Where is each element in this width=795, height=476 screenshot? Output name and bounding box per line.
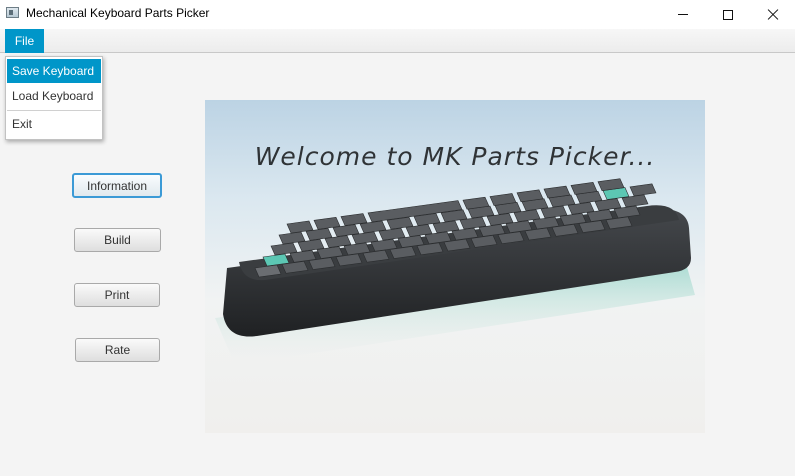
close-button[interactable] [750, 0, 795, 29]
welcome-image: Welcome to MK Parts Picker... [205, 100, 705, 433]
menu-item-save-keyboard[interactable]: Save Keyboard [7, 59, 101, 83]
app-window-icon [6, 7, 19, 18]
build-button[interactable]: Build [74, 228, 161, 252]
menu-bar: File [0, 29, 795, 53]
information-button[interactable]: Information [72, 173, 162, 198]
menu-item-load-keyboard[interactable]: Load Keyboard [7, 84, 101, 108]
maximize-icon [723, 9, 733, 20]
close-icon [767, 9, 779, 21]
file-menu-dropdown: Save Keyboard Load Keyboard Exit [5, 56, 103, 140]
minimize-button[interactable] [660, 0, 706, 29]
maximize-button[interactable] [705, 0, 751, 29]
keycap [629, 183, 657, 197]
rate-button[interactable]: Rate [75, 338, 160, 362]
welcome-caption: Welcome to MK Parts Picker... [254, 142, 656, 171]
menu-file[interactable]: File [5, 29, 44, 53]
app-window: Mechanical Keyboard Parts Picker File Sa… [0, 0, 795, 476]
title-bar: Mechanical Keyboard Parts Picker [0, 0, 795, 29]
print-button[interactable]: Print [74, 283, 160, 307]
menu-item-exit[interactable]: Exit [7, 112, 101, 136]
menu-separator [7, 110, 101, 111]
window-title: Mechanical Keyboard Parts Picker [26, 6, 210, 20]
minimize-icon [678, 14, 688, 15]
